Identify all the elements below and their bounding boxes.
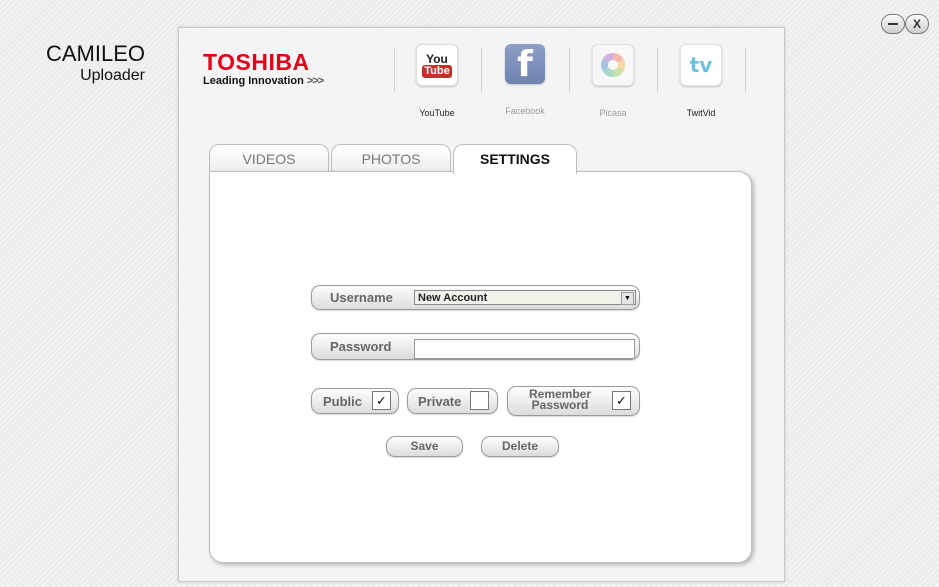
- picasa-icon: [592, 44, 634, 86]
- delete-button-label: Delete: [501, 439, 539, 453]
- public-checkbox[interactable]: ✓: [372, 391, 391, 410]
- save-button-label: Save: [410, 439, 439, 453]
- remember-password-label: Remember Password: [529, 388, 591, 412]
- private-label: Private: [418, 394, 462, 409]
- private-option[interactable]: Private: [407, 388, 498, 414]
- app-title-line1: CAMILEO: [45, 41, 145, 66]
- service-facebook[interactable]: f Facebook: [493, 42, 570, 122]
- password-field[interactable]: [414, 339, 635, 359]
- tab-videos[interactable]: VIDEOS: [209, 144, 329, 172]
- service-picasa[interactable]: Picasa: [581, 42, 658, 122]
- password-label: Password: [330, 339, 392, 354]
- service-twitvid[interactable]: tv TwitVid: [669, 42, 746, 122]
- toshiba-logo: TOSHIBA Leading Innovation >>>: [203, 49, 324, 87]
- close-icon: X: [912, 17, 921, 31]
- brand-tagline: Leading Innovation >>>: [203, 75, 324, 87]
- tab-settings[interactable]: SETTINGS: [453, 144, 577, 174]
- service-label-picasa: Picasa: [599, 108, 627, 118]
- tab-photos[interactable]: PHOTOS: [331, 144, 451, 172]
- username-select-value: New Account: [418, 292, 488, 304]
- tab-bar: VIDEOS PHOTOS SETTINGS: [209, 144, 749, 174]
- password-row: Password: [311, 333, 640, 360]
- app-title-line2: Uploader: [80, 67, 145, 84]
- delete-button[interactable]: Delete: [481, 436, 559, 457]
- main-panel: TOSHIBA Leading Innovation >>> You Tube …: [178, 27, 785, 582]
- remember-password-option[interactable]: Remember Password ✓: [507, 386, 640, 416]
- remember-password-checkbox[interactable]: ✓: [612, 391, 631, 410]
- minimize-button[interactable]: [881, 14, 905, 34]
- minimize-icon: [888, 23, 898, 25]
- youtube-icon-text-tube: Tube: [422, 64, 452, 78]
- public-label: Public: [323, 394, 363, 409]
- close-button[interactable]: X: [905, 14, 929, 34]
- service-label-twitvid: TwitVid: [686, 108, 716, 118]
- chevron-down-icon[interactable]: ▼: [621, 292, 634, 305]
- youtube-icon-text-you: You: [426, 51, 448, 66]
- private-checkbox[interactable]: [470, 391, 489, 410]
- brand-name: TOSHIBA: [203, 49, 310, 75]
- twitvid-icon: tv: [680, 44, 722, 86]
- username-label: Username: [330, 290, 393, 305]
- service-selector: You Tube YouTube f Facebook Picasa tv Tw…: [394, 42, 757, 122]
- remember-label-line2: Password: [531, 398, 589, 412]
- settings-panel: Username New Account ▼ Password Public ✓…: [209, 171, 752, 563]
- username-select[interactable]: New Account ▼: [414, 290, 636, 305]
- tagline-text: Leading Innovation: [203, 75, 304, 87]
- save-button[interactable]: Save: [386, 436, 463, 457]
- service-label-youtube: YouTube: [419, 108, 455, 118]
- youtube-icon: You Tube: [416, 44, 458, 86]
- facebook-icon: f: [505, 44, 545, 85]
- tagline-arrows: >>>: [306, 75, 324, 87]
- app-title: CAMILEO Uploader: [30, 42, 145, 86]
- service-youtube[interactable]: You Tube YouTube: [394, 42, 482, 122]
- public-option[interactable]: Public ✓: [311, 388, 399, 414]
- username-row: Username New Account ▼: [311, 285, 640, 310]
- service-label-facebook: Facebook: [505, 106, 545, 116]
